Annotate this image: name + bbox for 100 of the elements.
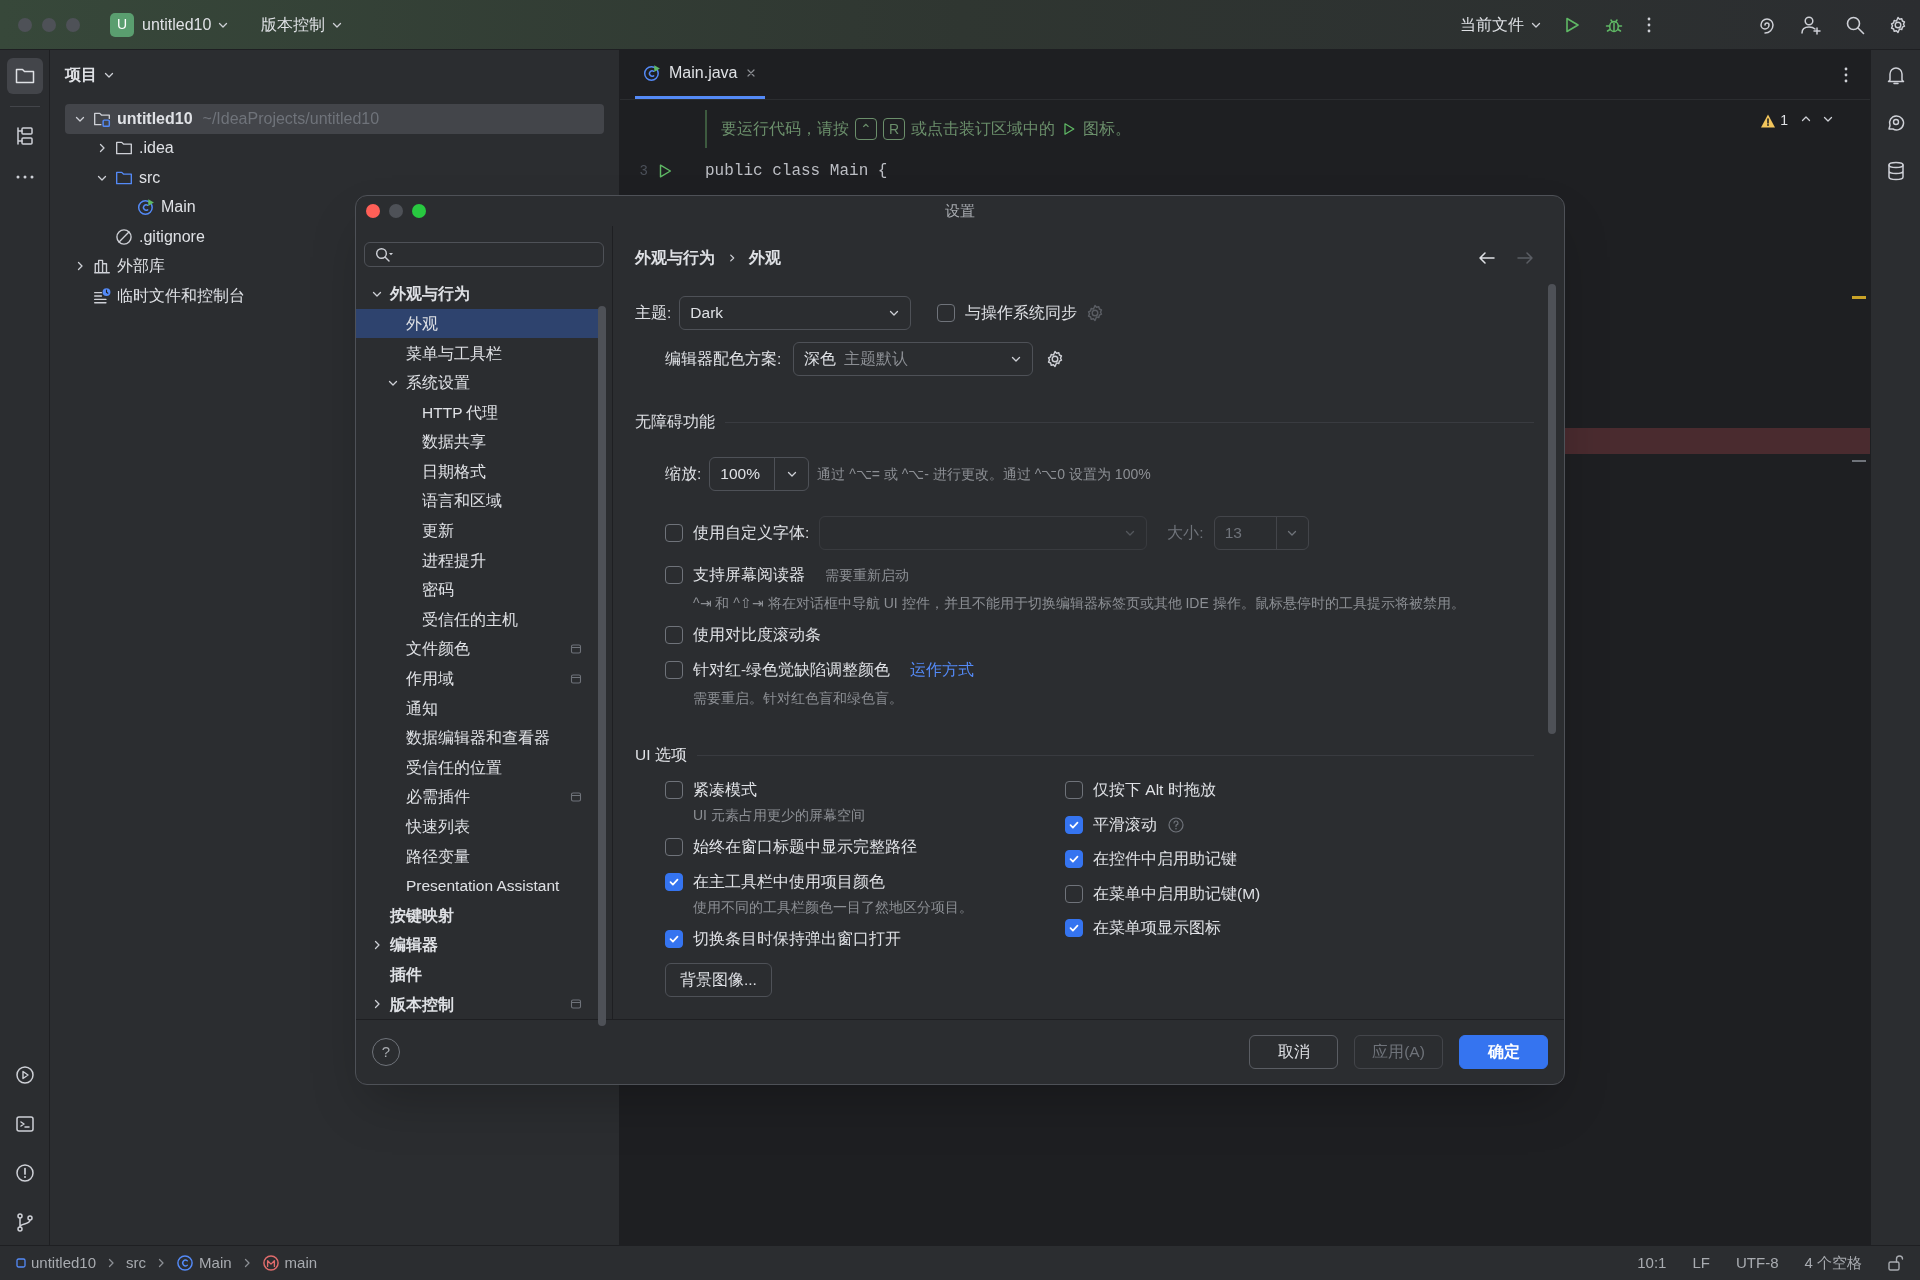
settings-nav-item[interactable]: 通知 [356,693,598,724]
run-icon[interactable] [1061,121,1077,137]
checkbox[interactable] [665,781,683,799]
settings-nav-item[interactable]: 必需插件 [356,782,598,812]
hint-text: 要运行代码，请按 [721,119,849,139]
settings-nav-item[interactable]: 外观与行为 [356,279,598,309]
class-icon [176,1254,195,1272]
description-text: ^⇥ 和 ^⇧⇥ 将在对话框中导航 UI 控件，并且不能用于切换编辑器标签页或其他 IDE 操作。鼠标悬停时的工具提示将被禁用。 [692,594,1466,611]
status-item[interactable]: 10:1 [1637,1251,1667,1275]
description-text: 使用不同的工具栏颜色一目了然地区分项目。 [692,898,974,915]
more-vertical-icon[interactable] [1843,65,1849,85]
settings-nav-item[interactable]: 语言和区域 [356,486,598,516]
scrollbar[interactable] [598,306,606,1026]
checkbox[interactable] [665,661,683,679]
settings-nav-item[interactable]: 编辑器 [356,930,598,960]
checkbox[interactable] [665,626,683,644]
ok-button[interactable]: 确定 [1459,1035,1548,1069]
class-icon [643,63,661,82]
vcs-menu[interactable]: 版本控制 [261,12,344,37]
checkbox[interactable] [665,838,683,856]
theme-dropdown[interactable]: Dark [679,296,912,330]
settings-nav-item[interactable]: 数据共享 [356,427,598,457]
window-control-button[interactable] [412,204,426,218]
settings-nav-item[interactable]: 文件颜色 [356,634,598,664]
status-item[interactable]: 4 个空格 [1804,1251,1862,1275]
panel-title-menu[interactable]: 项目 [65,63,115,87]
color-scheme-dropdown[interactable]: 深色 主题默认 [793,342,1034,376]
tree-item[interactable]: 外部库 [65,251,604,281]
checkbox[interactable] [665,930,683,948]
settings-nav-item[interactable]: 外观 [356,308,598,339]
settings-nav-item[interactable]: 路径变量 [356,841,598,872]
lock-open-icon[interactable] [1886,1254,1904,1272]
checkbox[interactable] [1065,815,1083,834]
checkbox[interactable] [665,566,683,584]
settings-nav-item[interactable]: 更新 [356,515,598,546]
checkbox[interactable] [937,304,956,322]
settings-nav-item[interactable]: 菜单与工具栏 [356,338,598,368]
settings-nav-item[interactable]: 进程提升 [356,545,598,576]
warning-counter[interactable]: 1 [1760,110,1788,131]
status-item[interactable]: UTF-8 [1736,1251,1779,1275]
project-menu[interactable]: untitled10 [142,12,230,37]
tree-item[interactable]: src [65,163,604,193]
settings-nav-item[interactable]: 日期格式 [356,456,598,487]
settings-nav-item[interactable]: 版本控制 [356,989,598,1019]
cancel-button[interactable]: 取消 [1249,1035,1338,1069]
settings-nav-item[interactable]: 快速列表 [356,811,598,842]
search-field[interactable] [364,242,604,268]
blocked-icon [115,227,133,246]
breadcrumb-item[interactable]: 外观与行为 [635,246,715,270]
settings-nav-item[interactable]: 受信任的位置 [356,752,598,783]
help-icon[interactable] [1167,815,1185,834]
breadcrumb-item[interactable]: src [126,1251,147,1275]
description-text: UI 元素占用更少的屏幕空间 [692,806,866,823]
run-icon[interactable] [13,1064,36,1086]
project-tool-button[interactable] [6,58,43,94]
breadcrumb-item[interactable]: untitled10 [16,1251,97,1275]
checkbox[interactable] [1065,850,1083,868]
settings-nav-item[interactable]: 作用域 [356,663,598,694]
keycap: ⌃ [855,118,877,140]
settings-nav-item[interactable]: Presentation Assistant [356,871,598,901]
checkmark-icon [1068,922,1080,934]
class-icon [137,198,155,217]
checkbox[interactable] [665,524,683,542]
problems-icon[interactable] [13,1162,36,1184]
settings-nav-item[interactable]: 密码 [356,575,598,605]
checkbox[interactable] [1065,919,1083,937]
method-icon [261,1254,280,1272]
checkbox[interactable] [1065,884,1083,903]
editor-tab[interactable]: Main.java [635,49,766,99]
settings-nav-item[interactable]: 按键映射 [356,900,598,931]
scrollbar[interactable] [1548,284,1556,734]
settings-nav-item[interactable]: 数据编辑器和查看器 [356,723,598,753]
zoom-combo-box[interactable]: 100% [709,457,810,491]
link[interactable]: 运作方式 [910,658,975,682]
checkbox-label: 仅按下 Alt 时拖放 [1093,780,1216,801]
tree-item[interactable]: .idea [65,133,604,163]
checkbox[interactable] [1065,781,1083,799]
back-arrow-icon[interactable] [1478,251,1496,265]
checkbox[interactable] [665,873,683,891]
settings-nav-item[interactable]: 系统设置 [356,367,598,398]
hint-text: 图标。 [1083,119,1131,139]
checkbox-label: 针对红-绿色觉缺陷调整颜色 [693,660,891,681]
settings-nav-item[interactable]: HTTP 代理 [356,397,598,428]
background-image-button[interactable]: 背景图像... [665,963,772,997]
settings-nav-item[interactable]: 插件 [356,959,598,990]
field-label: 大小: [1167,523,1204,544]
terminal-icon[interactable] [13,1113,36,1135]
window-control-button[interactable] [366,204,380,218]
tree-item[interactable]: .gitignore [65,222,604,252]
keycap: R [883,118,905,140]
warning-stripe [1852,296,1866,299]
settings-nav-item[interactable]: 受信任的主机 [356,604,598,635]
tree-item[interactable]: Main [65,192,604,222]
run-configuration-menu[interactable]: 当前文件 [1460,12,1542,37]
breadcrumb-item[interactable]: main [261,1251,318,1275]
warning-icon [1760,112,1777,129]
settings-icon[interactable] [1888,14,1908,35]
breadcrumb-item[interactable]: Main [176,1251,232,1275]
status-item[interactable]: LF [1692,1251,1710,1275]
breadcrumb-item[interactable]: 外观 [749,246,781,270]
